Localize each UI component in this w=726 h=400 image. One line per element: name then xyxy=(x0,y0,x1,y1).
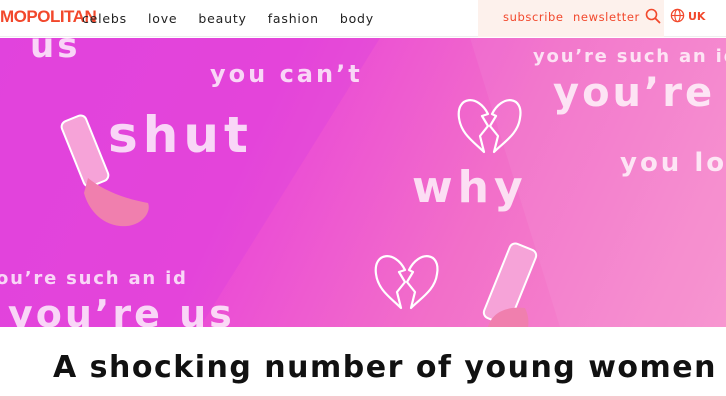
phone-in-hand-icon xyxy=(482,242,538,327)
globe-icon[interactable] xyxy=(670,8,685,23)
hero-image: us you can’t shut why you’re such an id … xyxy=(0,38,726,327)
broken-heart-icon xyxy=(374,255,439,310)
newsletter-link[interactable]: newsletter xyxy=(573,0,640,37)
hero-word: shut xyxy=(108,106,253,164)
hero-word: why xyxy=(412,162,528,213)
region-selector[interactable]: UK xyxy=(688,0,705,37)
site-header: MOPOLITAN celebs love beauty fashion bod… xyxy=(0,0,726,37)
hero-word: you’re xyxy=(553,70,716,116)
nav-item-fashion[interactable]: fashion xyxy=(268,11,319,26)
nav-item-body[interactable]: body xyxy=(340,11,374,26)
hero-word: us xyxy=(30,38,81,66)
divider xyxy=(0,396,726,400)
hero-word: you lo xyxy=(620,148,726,178)
nav-item-beauty[interactable]: beauty xyxy=(198,11,246,26)
hero-word: you’re such an id xyxy=(533,46,726,67)
nav-item-love[interactable]: love xyxy=(148,11,177,26)
article-headline: A shocking number of young women xyxy=(53,350,718,385)
hero-word: you can’t xyxy=(210,60,363,88)
subscribe-link[interactable]: subscribe xyxy=(503,0,564,37)
main-nav: celebs love beauty fashion body xyxy=(82,0,395,37)
hero-word: ou’re such an id xyxy=(0,268,188,289)
nav-item-celebs[interactable]: celebs xyxy=(82,11,127,26)
search-icon[interactable] xyxy=(645,8,661,24)
hero-word: you’re us xyxy=(8,292,235,327)
